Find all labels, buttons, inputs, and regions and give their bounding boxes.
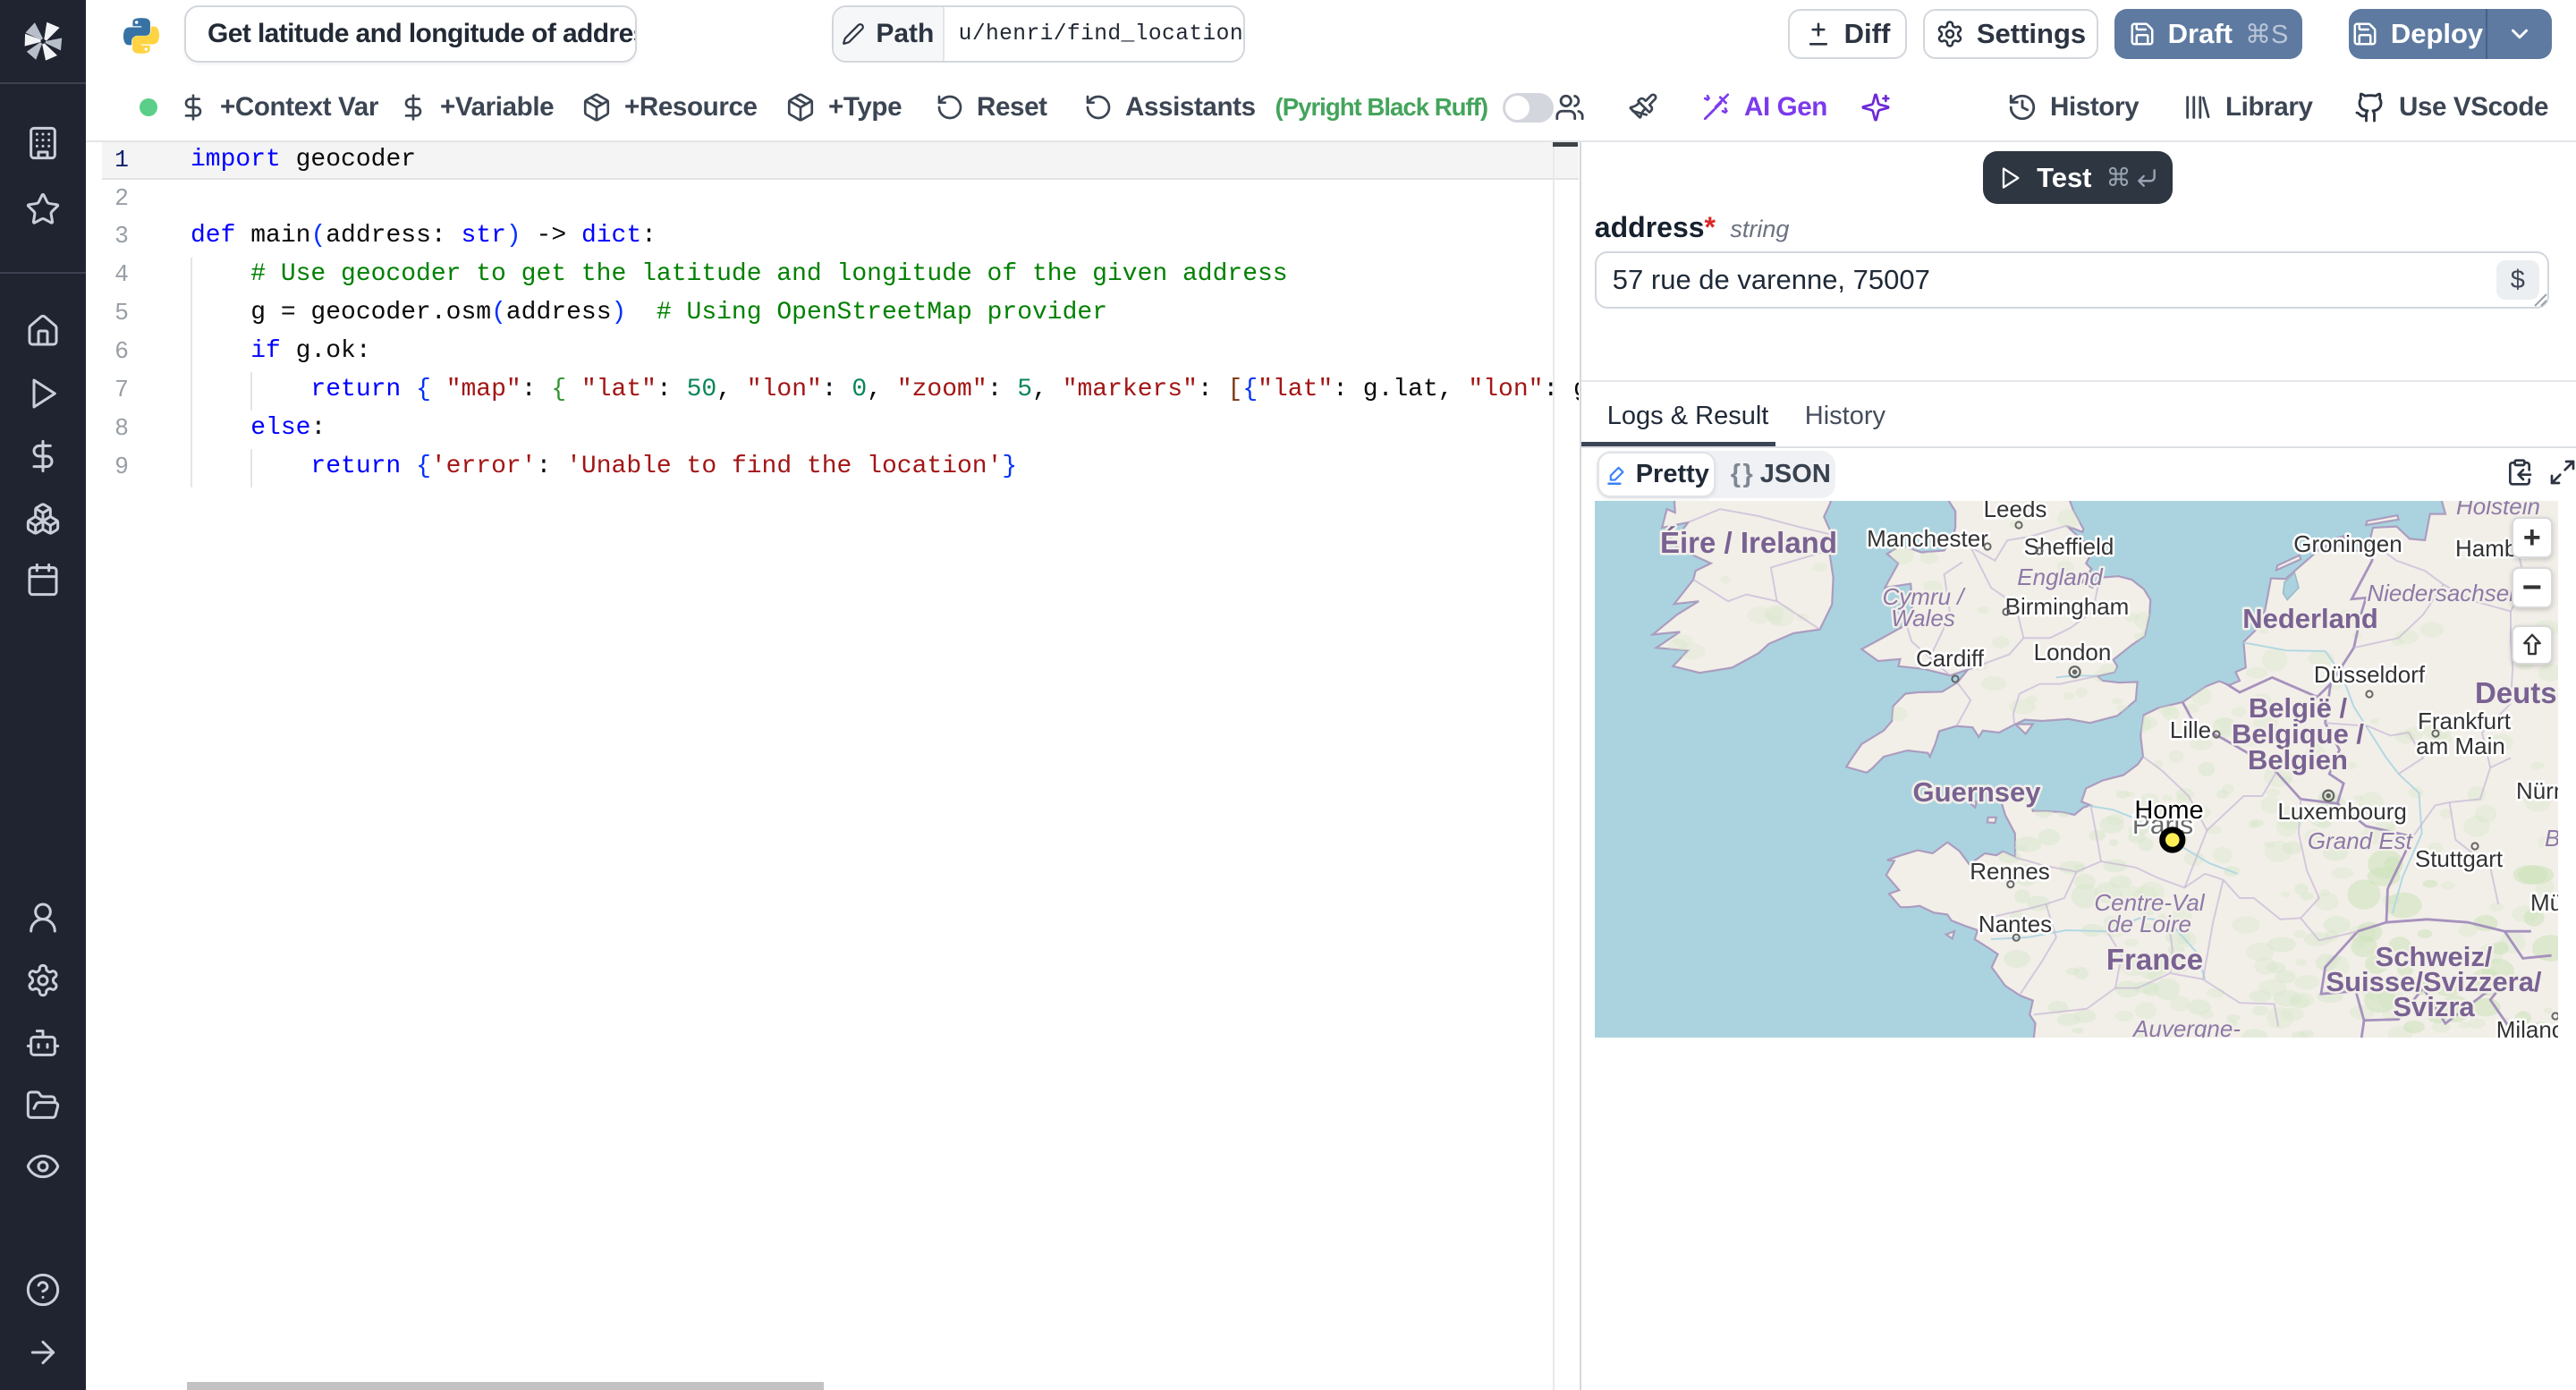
svg-text:Düsseldorf: Düsseldorf <box>2314 661 2426 688</box>
svg-text:London: London <box>2033 639 2111 665</box>
svg-text:Bay: Bay <box>2545 825 2558 852</box>
svg-text:Niedersachsen: Niedersachsen <box>2367 580 2521 606</box>
svg-text:Manchester: Manchester <box>1867 525 1988 552</box>
svg-text:Münch: Münch <box>2530 889 2558 916</box>
svg-text:Lille: Lille <box>2170 716 2211 743</box>
svg-text:Nürnber: Nürnber <box>2516 777 2558 804</box>
svg-text:Nederland: Nederland <box>2242 603 2378 634</box>
svg-text:Frankfurt: Frankfurt <box>2418 708 2512 734</box>
svg-text:Milano: Milano <box>2496 1016 2558 1038</box>
svg-text:Belgien: Belgien <box>2248 744 2348 776</box>
svg-text:Éire / Ireland: Éire / Ireland <box>1660 526 1837 559</box>
svg-text:Svizra: Svizra <box>2393 991 2475 1022</box>
svg-text:Stuttgart: Stuttgart <box>2415 845 2504 872</box>
svg-text:Cardiff: Cardiff <box>1916 645 1985 672</box>
svg-text:Wales: Wales <box>1891 605 1955 631</box>
svg-text:Leeds: Leeds <box>1983 501 2046 522</box>
svg-text:Nantes: Nantes <box>1979 911 2052 937</box>
svg-text:Luxembourg: Luxembourg <box>2277 798 2406 825</box>
svg-text:Groningen: Groningen <box>2293 530 2402 557</box>
svg-text:Guernsey: Guernsey <box>1912 776 2041 808</box>
svg-text:Auvergne-: Auvergne- <box>2131 1015 2241 1038</box>
svg-text:France: France <box>2106 943 2203 976</box>
svg-text:Deutschland: Deutschland <box>2475 676 2558 709</box>
svg-text:Birmingham: Birmingham <box>2004 593 2129 620</box>
svg-text:am Main: am Main <box>2416 733 2505 759</box>
svg-text:Grand Est: Grand Est <box>2308 827 2414 854</box>
svg-text:England: England <box>2017 564 2104 590</box>
svg-text:Home: Home <box>2134 796 2203 825</box>
svg-text:de Loire: de Loire <box>2107 911 2191 937</box>
svg-text:Sheffield: Sheffield <box>2023 533 2114 560</box>
